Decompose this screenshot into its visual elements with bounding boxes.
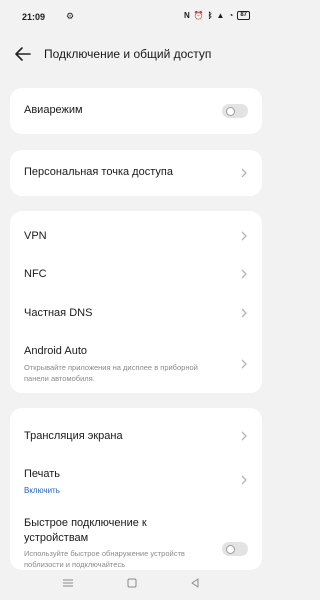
alarm-icon: ⏰ (193, 11, 204, 20)
chevron-right-icon (241, 168, 247, 178)
nfc-row[interactable]: NFC (10, 251, 262, 289)
hotspot-label: Персональная точка доступа (24, 166, 173, 178)
android-auto-label: Android Auto (24, 345, 87, 357)
status-bar: 21:09 ⚙ N ⏰ ᛒ ▲ ◔ 87 (0, 0, 270, 36)
screen-cast-label: Трансляция экрана (24, 430, 123, 442)
chevron-right-icon (241, 475, 247, 485)
airplane-mode-label: Авиарежим (24, 104, 83, 116)
status-time: 21:09 (22, 12, 46, 22)
back-triangle-icon[interactable] (190, 578, 200, 588)
private-dns-label: Частная DNS (24, 307, 93, 319)
chevron-right-icon (241, 308, 247, 318)
nfc-label: NFC (24, 268, 47, 280)
private-dns-row[interactable]: Частная DNS (10, 289, 262, 327)
chevron-right-icon (241, 359, 247, 369)
sharing-card: Трансляция экрана Печать Включить Быстро… (10, 408, 262, 570)
header: Подключение и общий доступ (0, 36, 270, 72)
nfc-status-icon: N (183, 11, 190, 20)
chevron-right-icon (241, 231, 247, 241)
android-auto-description: Открывайте приложения на дисплее в прибо… (24, 363, 198, 383)
chevron-right-icon (241, 431, 247, 441)
print-label: Печать (24, 468, 61, 480)
network-card: VPN NFC Частная DNS Android Auto Открыва… (10, 211, 262, 393)
hotspot-card: Персональная точка доступа (10, 150, 262, 196)
android-auto-row[interactable]: Android Auto Открывайте приложения на ди… (10, 327, 262, 393)
quick-connect-toggle[interactable] (222, 542, 248, 556)
vpn-row[interactable]: VPN (10, 211, 262, 251)
airplane-mode-toggle[interactable] (222, 104, 248, 118)
chevron-right-icon (241, 269, 247, 279)
print-row[interactable]: Печать Включить (10, 456, 262, 506)
airplane-card: Авиарежим (10, 88, 262, 134)
page-title: Подключение и общий доступ (44, 47, 212, 61)
signal-icon: ▲ (216, 11, 225, 20)
airplane-mode-row[interactable]: Авиарежим (10, 88, 262, 134)
menu-icon[interactable] (62, 578, 74, 588)
status-icons: N ⏰ ᛒ ▲ ◔ 87 (184, 11, 250, 20)
wifi-icon: ◔ (228, 11, 234, 20)
print-status: Включить (24, 486, 60, 495)
home-icon[interactable] (127, 578, 137, 588)
quick-connect-row[interactable]: Быстрое подключение к устройствам Исполь… (10, 506, 262, 570)
hotspot-row[interactable]: Персональная точка доступа (10, 150, 262, 196)
back-arrow-icon[interactable] (14, 46, 32, 62)
navigation-bar (0, 570, 270, 600)
vpn-label: VPN (24, 230, 47, 242)
settings-gear-icon: ⚙ (66, 11, 75, 21)
quick-connect-description: Используйте быстрое обнаружение устройст… (24, 549, 185, 569)
battery-icon: 87 (237, 11, 250, 20)
screen-cast-row[interactable]: Трансляция экрана (10, 408, 262, 456)
bluetooth-icon: ᛒ (207, 11, 213, 20)
quick-connect-label: Быстрое подключение к устройствам (24, 517, 147, 544)
